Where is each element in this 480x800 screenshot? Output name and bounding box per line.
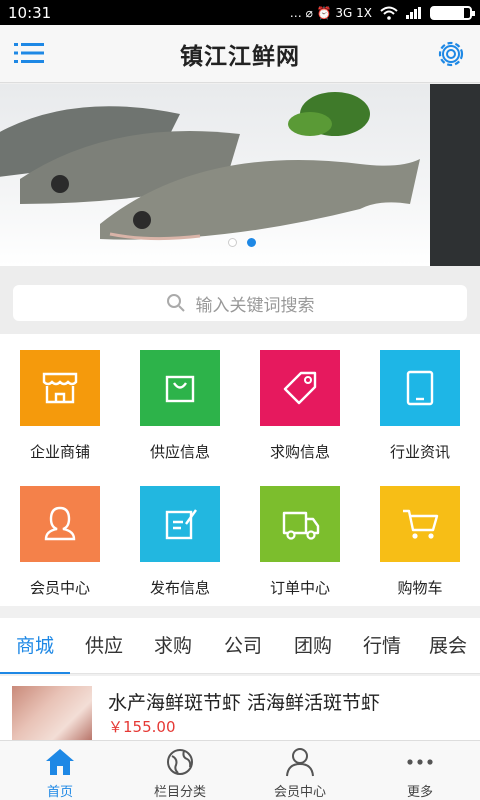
nav-category[interactable]: 栏目分类	[120, 741, 240, 800]
grid-item-supply[interactable]: 供应信息	[120, 334, 240, 470]
bottom-nav: 首页 栏目分类 会员中心 更多	[0, 740, 480, 800]
banner-slide-fish[interactable]	[0, 84, 430, 266]
grid-item-orders[interactable]: 订单中心	[240, 470, 360, 606]
grid-item-member[interactable]: 会员中心	[0, 470, 120, 606]
menu-icon[interactable]	[14, 41, 44, 65]
user-icon	[44, 506, 76, 541]
carousel-indicator	[228, 238, 256, 247]
price-tag-icon	[283, 371, 317, 405]
grid-item-purchase[interactable]: 求购信息	[240, 334, 360, 470]
tab-market[interactable]: 行情	[348, 618, 416, 674]
edit-icon	[165, 509, 197, 540]
grid-item-cart[interactable]: 购物车	[360, 470, 480, 606]
grid-item-tile	[140, 486, 220, 562]
shopping-bag-icon	[165, 375, 195, 403]
nav-label: 更多	[406, 785, 433, 800]
status-bar: 10:31 … ⌀ ⏰ 3G 1X	[0, 0, 480, 25]
product-price: ￥155.00	[108, 718, 176, 736]
tab-group-buy[interactable]: 团购	[278, 618, 348, 674]
grid-item-store[interactable]: 企业商铺	[0, 334, 120, 470]
grid-item-label: 发布信息	[149, 579, 210, 597]
grid-item-tile	[380, 486, 460, 562]
grid-item-publish[interactable]: 发布信息	[120, 470, 240, 606]
battery-icon	[430, 5, 475, 20]
nav-label: 首页	[46, 785, 73, 800]
nav-more[interactable]: 更多	[360, 741, 480, 800]
tablet-icon	[406, 370, 434, 406]
nav-label: 栏目分类	[153, 785, 206, 800]
fish-image	[0, 92, 420, 241]
wifi-icon	[380, 6, 398, 20]
category-icon	[167, 749, 193, 775]
cart-icon	[403, 509, 439, 539]
tab-exhibition[interactable]: 展会	[416, 618, 480, 674]
grid-item-tile	[380, 350, 460, 426]
grid-item-label: 供应信息	[149, 443, 210, 461]
nav-home[interactable]: 首页	[0, 741, 120, 800]
tab-purchase[interactable]: 求购	[138, 618, 208, 674]
more-icon	[407, 759, 433, 765]
category-tabs: 商城 供应 求购 公司 团购 行情 展会	[0, 618, 480, 674]
grid-item-label: 会员中心	[29, 579, 90, 597]
grid-item-label: 行业资讯	[389, 443, 450, 461]
search-icon	[166, 294, 185, 312]
carousel-dot[interactable]	[228, 238, 237, 247]
truck-icon	[282, 511, 320, 540]
signal-icon	[406, 6, 421, 19]
status-icons: … ⌀ ⏰ 3G 1X	[289, 5, 475, 20]
grid-item-label: 求购信息	[269, 443, 330, 461]
search-placeholder: 输入关键词搜索	[195, 295, 315, 316]
tab-supply[interactable]: 供应	[70, 618, 138, 674]
grid-item-news[interactable]: 行业资讯	[360, 334, 480, 470]
tab-mall[interactable]: 商城	[0, 618, 70, 674]
product-title: 水产海鲜斑节虾 活海鲜活斑节虾	[108, 692, 381, 714]
app-bar: 镇江江鲜网	[0, 25, 480, 83]
settings-icon[interactable]	[434, 37, 468, 71]
status-time: 10:31	[8, 3, 52, 22]
grid-item-tile	[260, 350, 340, 426]
banner-slide-next[interactable]	[430, 84, 480, 266]
store-icon	[42, 372, 78, 404]
home-icon	[46, 749, 74, 775]
product-thumbnail	[12, 686, 92, 740]
feature-grid: 企业商铺 供应信息 求购信息 行业资讯 会员中心 发布信息 订单中心 购物车	[0, 334, 480, 606]
grid-item-label: 购物车	[397, 579, 443, 597]
grid-item-label: 企业商铺	[29, 443, 90, 461]
nav-label: 会员中心	[273, 785, 326, 800]
app-title: 镇江江鲜网	[180, 43, 300, 70]
grid-item-label: 订单中心	[269, 579, 330, 597]
carousel-dot-active[interactable]	[247, 238, 256, 247]
search-input[interactable]: 输入关键词搜索	[13, 285, 467, 321]
grid-item-tile	[20, 350, 100, 426]
tab-company[interactable]: 公司	[208, 618, 278, 674]
grid-item-tile	[260, 486, 340, 562]
product-list-item[interactable]: 水产海鲜斑节虾 活海鲜活斑节虾 ￥155.00	[0, 676, 480, 740]
status-indicator-icons: … ⌀ ⏰ 3G 1X	[289, 5, 372, 20]
member-icon	[286, 748, 314, 777]
grid-item-tile	[140, 350, 220, 426]
grid-item-tile	[20, 486, 100, 562]
nav-member[interactable]: 会员中心	[240, 741, 360, 800]
